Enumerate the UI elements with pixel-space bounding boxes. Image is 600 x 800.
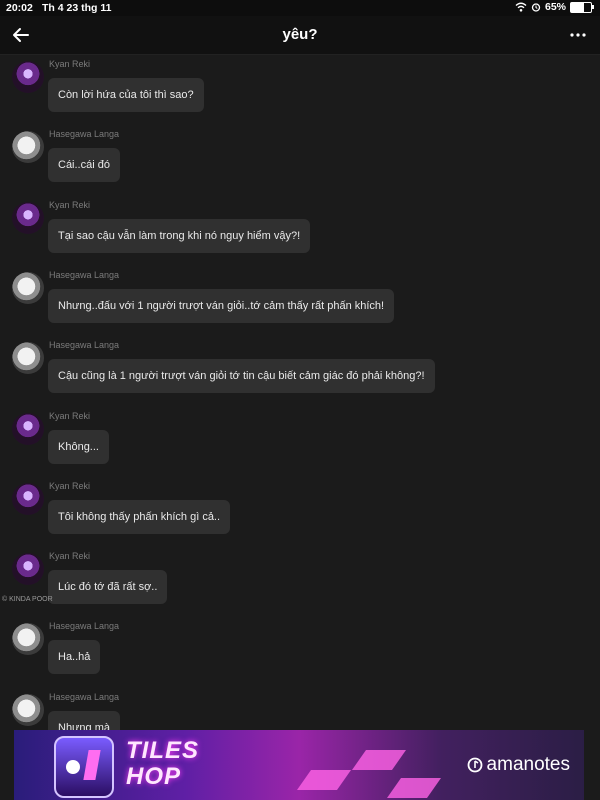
status-bar: 20:02 Th 4 23 thg 11 65% <box>0 0 600 16</box>
ad-brand-name: amanotes <box>486 754 570 775</box>
chat-title: yêu? <box>282 26 318 43</box>
message-item: Kyan Reki Tôi không thấy phấn khích gì cả… <box>0 477 600 547</box>
sender-name: Kyan Reki <box>49 551 91 562</box>
alarm-icon <box>531 3 541 12</box>
sender-name: Hasegawa Langa <box>49 340 120 351</box>
ad-game-title: TILES HOP <box>126 738 199 790</box>
message-bubble[interactable]: Lúc đó tớ đã rất sợ.. <box>48 570 168 605</box>
avatar[interactable] <box>12 623 44 656</box>
message-bubble[interactable]: Tôi không thấy phấn khích gì cả.. <box>48 499 231 534</box>
avatar[interactable] <box>12 342 44 375</box>
avatar[interactable] <box>12 553 44 586</box>
avatar[interactable] <box>12 201 44 234</box>
wifi-icon <box>515 2 527 12</box>
battery-icon <box>570 1 594 13</box>
sender-name: Kyan Reki <box>49 59 91 69</box>
avatar[interactable] <box>12 412 44 445</box>
sender-name: Hasegawa Langa <box>49 269 120 280</box>
ad-game-icon <box>54 736 114 798</box>
ad-game-title-line2: HOP <box>126 763 182 790</box>
message-item: Hasegawa Langa Cậu cũng là 1 người trượt … <box>0 336 600 406</box>
status-indicators: 65% <box>515 1 594 13</box>
message-bubble[interactable]: Cái..cái đó <box>48 148 120 183</box>
message-item: Kyan Reki Tại sao cậu vẫn làm trong khi n… <box>0 196 600 266</box>
message-bubble[interactable]: Ha..hả <box>48 640 101 675</box>
ad-tiles-graphic <box>264 730 442 800</box>
sender-name: Hasegawa Langa <box>49 621 120 632</box>
sender-name: Hasegawa Langa <box>49 129 120 140</box>
avatar[interactable] <box>12 131 44 164</box>
avatar[interactable] <box>12 482 44 515</box>
sender-name: Kyan Reki <box>49 199 91 210</box>
message-list[interactable]: Kyan Reki Còn lời hứa của tôi thì sao? Has… <box>0 55 600 730</box>
sender-name: Hasegawa Langa <box>49 691 120 702</box>
message-bubble[interactable]: Nhưng..đấu với 1 người trượt ván giỏi..t… <box>48 288 395 323</box>
avatar[interactable] <box>12 693 44 726</box>
message-bubble[interactable]: Cậu cũng là 1 người trượt ván giỏi tớ ti… <box>48 359 435 394</box>
message-item: Kyan Reki Còn lời hứa của tôi thì sao? <box>0 55 600 125</box>
avatar[interactable] <box>12 271 44 304</box>
ad-brand: amanotes <box>467 754 570 776</box>
message-bubble[interactable]: Nhưng mà <box>48 710 120 730</box>
sender-name: Kyan Reki <box>49 410 91 421</box>
sender-name: Kyan Reki <box>49 480 91 491</box>
amanotes-logo-icon <box>467 757 482 773</box>
message-bubble[interactable]: Còn lời hứa của tôi thì sao? <box>48 78 204 112</box>
message-item: Hasegawa Langa Cái..cái đó <box>0 125 600 195</box>
message-item: Hasegawa Langa Nhưng..đấu với 1 người trư… <box>0 266 600 336</box>
ad-game-title-line1: TILES <box>126 737 200 764</box>
message-item: Kyan Reki Lúc đó tớ đã rất sợ.. <box>0 547 600 617</box>
message-bubble[interactable]: Tại sao cậu vẫn làm trong khi nó nguy hi… <box>48 218 311 253</box>
battery-level <box>571 2 584 12</box>
chat-header: yêu? <box>0 16 600 55</box>
message-bubble[interactable]: Không... <box>48 429 109 464</box>
battery-percent: 65% <box>544 1 566 13</box>
more-horizontal-icon <box>570 33 586 37</box>
more-options-button[interactable] <box>568 25 588 45</box>
watermark: © KINDA POOR <box>2 596 53 603</box>
message-item: Kyan Reki Không... <box>0 407 600 477</box>
message-item: Hasegawa Langa Nhưng mà <box>0 688 600 730</box>
ad-banner[interactable]: TILES HOP amanotes <box>14 730 584 800</box>
status-date: Th 4 23 thg 11 <box>42 2 112 14</box>
status-time: 20:02 <box>6 2 33 14</box>
message-item: Hasegawa Langa Ha..hả <box>0 617 600 687</box>
avatar[interactable] <box>12 61 44 93</box>
